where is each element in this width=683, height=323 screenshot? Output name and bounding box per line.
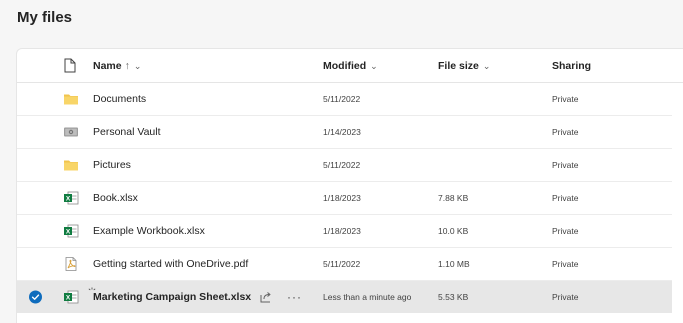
more-options-icon[interactable]: ··· [287,290,302,304]
column-header-sharing[interactable]: Sharing [552,60,591,72]
file-row-selected[interactable]: X Marketing Campaign Sheet.xlsx ··· Less… [17,281,672,313]
column-header-file-size[interactable]: File size ⌄ [438,60,490,72]
file-sharing: Private [552,160,579,170]
svg-text:X: X [66,229,71,236]
column-header-name[interactable]: Name ↑ ⌄ [93,60,141,72]
vault-icon [63,124,79,140]
file-row[interactable]: Getting started with OneDrive.pdf 5/11/2… [17,248,672,281]
file-name[interactable]: Getting started with OneDrive.pdf [93,258,248,270]
excel-icon: X [63,190,79,206]
column-header-modified[interactable]: Modified ⌄ [323,60,378,72]
file-size: 7.88 KB [438,193,469,203]
excel-icon: X [63,223,79,239]
file-row[interactable]: Personal Vault 1/14/2023 Private [17,116,672,149]
excel-icon: X [63,289,79,305]
file-name[interactable]: Example Workbook.xlsx [93,225,205,237]
file-modified: 1/14/2023 [323,127,361,137]
file-list-header: Name ↑ ⌄ Modified ⌄ File size ⌄ Sharing [17,49,683,83]
file-sharing: Private [552,259,579,269]
file-sharing: Private [552,292,579,302]
chevron-down-icon: ⌄ [482,61,491,71]
column-header-modified-label: Modified [323,60,367,72]
file-row[interactable]: Pictures 5/11/2022 Private [17,149,672,182]
column-header-file-size-label: File size [438,60,479,72]
file-sharing: Private [552,94,579,104]
file-modified: 5/11/2022 [323,160,361,170]
file-row[interactable]: Documents 5/11/2022 Private [17,83,672,116]
file-name[interactable]: Personal Vault [93,126,161,138]
selected-checkmark-icon[interactable] [29,290,42,304]
file-modified: Less than a minute ago [323,292,412,302]
file-sharing: Private [552,193,579,203]
file-name[interactable]: Book.xlsx [93,192,138,204]
file-modified: 1/18/2023 [323,226,361,236]
file-sharing: Private [552,127,579,137]
file-modified: 1/18/2023 [323,193,361,203]
file-row[interactable]: X Example Workbook.xlsx 1/18/2023 10.0 K… [17,215,672,248]
chevron-down-icon: ⌄ [133,61,142,71]
file-modified: 5/11/2022 [323,94,361,104]
svg-text:X: X [66,196,71,203]
file-sharing: Private [552,226,579,236]
share-icon[interactable] [259,290,273,304]
svg-text:X: X [66,295,71,302]
file-list: Name ↑ ⌄ Modified ⌄ File size ⌄ Sharing Docu… [16,48,683,323]
file-type-icon[interactable] [64,58,76,76]
file-size: 10.0 KB [438,226,469,236]
column-header-name-label: Name [93,60,122,72]
file-size: 1.10 MB [438,259,470,269]
page-title: My files [17,9,73,26]
pdf-icon [63,256,79,272]
file-modified: 5/11/2022 [323,259,361,269]
folder-icon [63,91,79,107]
file-size: 5.53 KB [438,292,469,302]
file-row[interactable]: X Book.xlsx 1/18/2023 7.88 KB Private [17,182,672,215]
chevron-down-icon: ⌄ [370,61,378,71]
sort-ascending-icon: ↑ [124,60,130,72]
file-name[interactable]: Pictures [93,159,131,171]
folder-icon [63,157,79,173]
file-name[interactable]: Marketing Campaign Sheet.xlsx [93,291,251,303]
column-header-sharing-label: Sharing [552,60,592,72]
file-name[interactable]: Documents [93,93,146,105]
